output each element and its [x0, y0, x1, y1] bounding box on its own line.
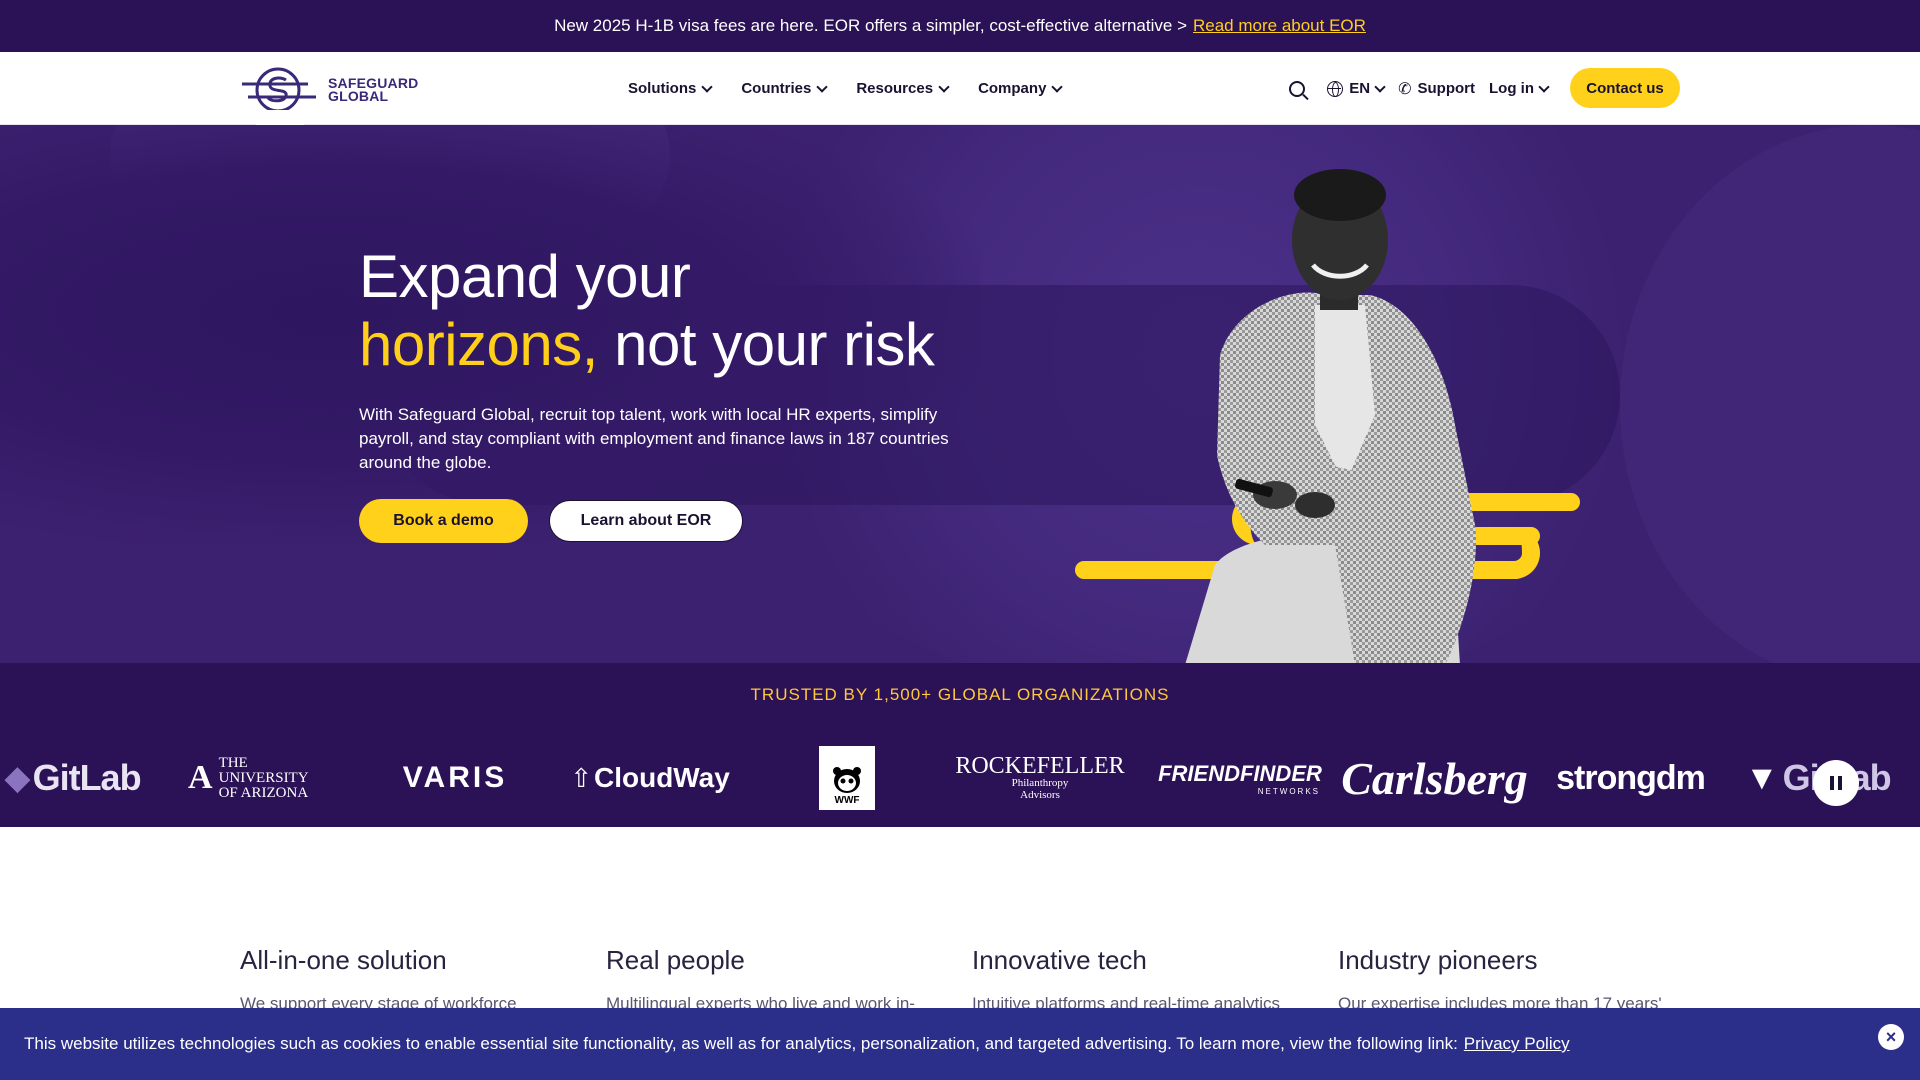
- chevron-down-icon: [1538, 80, 1550, 93]
- search-icon[interactable]: [1289, 80, 1306, 97]
- hero-section: Expand your horizons, not your risk With…: [0, 125, 1920, 663]
- language-label: EN: [1349, 80, 1371, 97]
- logo-mark-icon: [242, 66, 320, 114]
- gitlab-fox-icon: ◆: [4, 759, 31, 797]
- logo-cloudway: ⇧ CloudWay: [570, 743, 730, 813]
- logo-university-arizona: A The University of Arizona: [188, 743, 328, 813]
- site-header: SAFEGUARD GLOBAL Solutions Countries Res…: [0, 52, 1920, 130]
- contact-us-button[interactable]: Contact us: [1570, 68, 1680, 108]
- logo-friendfinder: FRIENDFINDER NETWORKS: [1158, 743, 1322, 813]
- chevron-down-icon: [938, 80, 950, 93]
- feature-title: Innovative tech: [972, 945, 1147, 975]
- panda-icon: [833, 767, 861, 793]
- learn-eor-button[interactable]: Learn about EOR: [549, 500, 743, 542]
- hero-description: With Safeguard Global, recruit top talen…: [359, 405, 949, 472]
- logo-carlsberg-text: Carlsberg: [1341, 752, 1528, 804]
- chevron-down-icon: [1051, 80, 1064, 93]
- logo-strongdm: strongdm: [1548, 743, 1713, 813]
- arizona-a-icon: A: [188, 759, 213, 796]
- feature-industry-pioneers: Industry pioneers Our expertise includes…: [1338, 945, 1668, 1016]
- cookie-text: This website utilizes technologies such …: [24, 1034, 1458, 1053]
- hero-bg-shape: [1620, 125, 1920, 663]
- chevron-down-icon: [1374, 80, 1386, 93]
- globe-icon: [1327, 80, 1344, 97]
- logo-wwf-text: WWF: [834, 795, 860, 806]
- feature-innovative-tech: Innovative tech Intuitive platforms and …: [972, 945, 1302, 1016]
- person-photo: [1185, 169, 1476, 663]
- hero-title-accent: horizons,: [359, 311, 598, 378]
- logo-text: SAFEGUARD GLOBAL: [328, 76, 418, 104]
- hero-title: Expand your horizons, not your risk: [359, 243, 935, 379]
- nav-solutions-label: Solutions: [628, 80, 697, 97]
- logo-rockefeller-text: ROCKEFELLER Philanthropy Advisors: [955, 753, 1125, 801]
- trusted-label: TRUSTED BY 1,500+ GLOBAL ORGANIZATIONS: [750, 685, 1170, 704]
- nav-company-label: Company: [978, 80, 1047, 97]
- hero-title-line1: Expand your: [359, 243, 691, 310]
- logo-friendfinder-sub: NETWORKS: [1257, 786, 1320, 796]
- book-demo-button[interactable]: Book a demo: [359, 499, 528, 543]
- announcement-bar: New 2025 H-1B visa fees are here. EOR of…: [0, 0, 1920, 52]
- logo-wwf: WWF: [819, 743, 875, 813]
- wwf-panda-icon: WWF: [819, 746, 875, 810]
- nav-company[interactable]: Company: [978, 80, 1064, 97]
- logo[interactable]: SAFEGUARD GLOBAL: [242, 66, 418, 114]
- cookie-banner: This website utilizes technologies such …: [0, 1008, 1920, 1080]
- pause-icon: [1838, 776, 1842, 790]
- logo-friendfinder-text: FRIENDFINDER: [1158, 760, 1322, 786]
- announcement-text: New 2025 H-1B visa fees are here. EOR of…: [554, 16, 1187, 35]
- logo-gitlab: ◆ GitLab: [0, 743, 145, 813]
- feature-title: Real people: [606, 945, 745, 975]
- logo-carousel: ◆ GitLab A The University of Arizona VAR…: [0, 743, 1920, 813]
- logo-rockefeller: ROCKEFELLER Philanthropy Advisors: [955, 743, 1124, 813]
- logo-rockefeller-sub2: Advisors: [1020, 789, 1060, 801]
- feature-title: All-in-one solution: [240, 945, 447, 975]
- gitlab-fox-icon: ▼: [1745, 758, 1779, 797]
- nav-countries[interactable]: Countries: [741, 80, 829, 97]
- chevron-down-icon: [701, 80, 713, 93]
- feature-title: Industry pioneers: [1338, 945, 1538, 975]
- hero-image: [1070, 165, 1590, 663]
- support-link[interactable]: ✆ Support: [1398, 79, 1475, 99]
- announcement-link[interactable]: Read more about EOR: [1193, 16, 1366, 36]
- login-label: Log in: [1489, 80, 1534, 97]
- nav-countries-label: Countries: [741, 80, 812, 97]
- logo-rockefeller-name: ROCKEFELLER: [955, 753, 1125, 779]
- privacy-policy-link[interactable]: Privacy Policy: [1464, 1034, 1570, 1054]
- logo-uofa-text: The University of Arizona: [218, 754, 328, 801]
- chevron-down-icon: [816, 80, 829, 93]
- phone-icon: ✆: [1398, 80, 1412, 98]
- nav-resources-label: Resources: [856, 80, 934, 97]
- main-nav: Solutions Countries Resources Company: [628, 52, 1064, 125]
- pause-icon: [1830, 776, 1834, 790]
- nav-solutions[interactable]: Solutions: [628, 80, 713, 97]
- logo-strongdm-text: strongdm: [1556, 758, 1706, 797]
- logo-carlsberg: Carlsberg: [1341, 743, 1528, 813]
- logo-gitlab-text: GitLab: [32, 757, 142, 798]
- feature-real-people: Real people Multilingual experts who liv…: [606, 945, 936, 1016]
- cloudway-arrow-icon: ⇧: [570, 762, 592, 793]
- close-icon[interactable]: ×: [1878, 1024, 1904, 1050]
- logo-uofa-line2: of Arizona: [218, 784, 309, 801]
- logo-line2: GLOBAL: [328, 88, 389, 104]
- logo-cloudway-text: CloudWay: [593, 762, 730, 793]
- support-label: Support: [1417, 80, 1476, 97]
- feature-all-in-one: All-in-one solution We support every sta…: [240, 945, 570, 1016]
- language-selector[interactable]: EN: [1327, 80, 1386, 97]
- nav-resources[interactable]: Resources: [856, 80, 950, 97]
- logo-uofa-line1: The University: [218, 754, 309, 786]
- carousel-pause-button[interactable]: [1813, 760, 1859, 806]
- header-tools: EN ✆ Support Log in: [1289, 52, 1550, 125]
- logo-varis-text: VARIS: [402, 761, 508, 794]
- trusted-by-section: TRUSTED BY 1,500+ GLOBAL ORGANIZATIONS ◆…: [0, 663, 1920, 827]
- hero-title-rest: not your risk: [614, 311, 935, 378]
- login-menu[interactable]: Log in: [1489, 80, 1550, 97]
- logo-varis: VARIS: [390, 743, 520, 813]
